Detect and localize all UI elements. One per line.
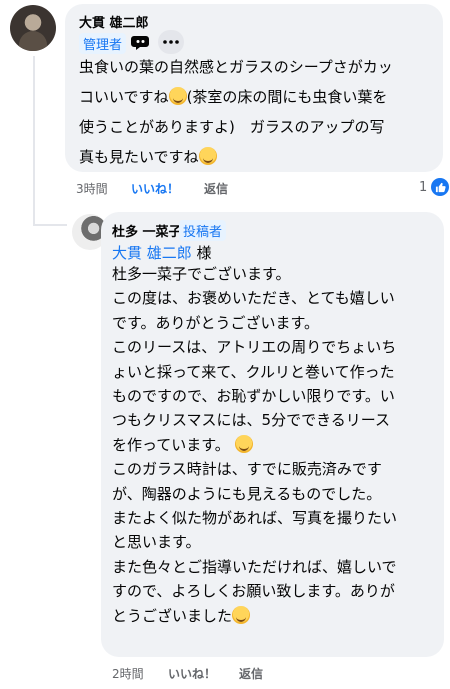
reply-line: すので、よろしくお願い致します。ありが [112, 582, 395, 601]
smiling-face-emoji-icon [168, 87, 187, 105]
comment-line: 真も見たいですね [79, 142, 393, 172]
comment-timestamp[interactable]: 3時間 [76, 180, 108, 197]
reply-line: と思います。 [112, 533, 201, 552]
reply-line: が、陶器のようにも見えるものでした。 [112, 484, 382, 503]
thumbs-up-icon[interactable] [431, 178, 449, 196]
thread-line-branch [33, 224, 67, 226]
comment-line: 虫食いの葉の自然感とガラスのシープさがカッ [79, 58, 393, 76]
comment-line: 使うことがありますよ) ガラスのアップの写 [79, 118, 385, 136]
admin-badge: 管理者 [79, 33, 127, 54]
reply-line: ものですので、お恥ずかしい限りです。い [112, 387, 395, 406]
reply-like-button[interactable]: いいね！ [168, 665, 216, 682]
thread-line-vertical [33, 56, 35, 226]
grinning-face-emoji-icon [234, 434, 253, 453]
smiling-face-emoji-icon [198, 147, 217, 165]
conversation-badge-icon [131, 36, 149, 50]
mention-link[interactable]: 大貫 雄二郎 様 [112, 242, 212, 263]
reply-line: を作っています。 [112, 433, 397, 457]
reaction-count[interactable]: 1 [419, 180, 427, 195]
reply-line: です。ありがとうございます。 [112, 313, 320, 332]
smiling-face-emoji-icon [232, 605, 251, 624]
reply-line: また色々とご指導いただければ、嬉しいで [112, 557, 397, 576]
comment-author-name[interactable]: 大貫 雄二郎 [79, 12, 149, 31]
reply-line: この度は、お褒めいただき、とても嬉しい [112, 289, 395, 308]
comment-text: 虫食いの葉の自然感とガラスのシープさがカッ コいいですね (茶室の床の間にも虫食い… [79, 52, 393, 172]
reply-line: ょいと採って来て、クルリと巻いて作った [112, 362, 395, 381]
comment-line: コいいですね (茶室の床の間にも虫食い葉を [79, 87, 388, 106]
reply-text: 杜多一菜子でございます。 この度は、お褒めいただき、とても嬉しい です。ありがと… [112, 262, 397, 628]
author-badge: 投稿者 [179, 220, 227, 241]
reply-line: このリースは、アトリエの周りでちょいち [112, 338, 397, 357]
reply-line: とうございました [112, 604, 397, 628]
reply-line: このガラス時計は、すでに販売済みです [112, 460, 382, 479]
avatar-main-commenter[interactable] [10, 5, 56, 51]
reply-line: 杜多一菜子でございます。 [112, 265, 291, 283]
reply-line: つもクリスマスには、5分でできるリース [112, 411, 391, 430]
reply-author-name[interactable]: 杜多 一菜子 [112, 221, 182, 240]
reply-reply-button[interactable]: 返信 [239, 665, 263, 682]
reply-line: またよく似た物があれば、写真を撮りたい [112, 509, 398, 528]
reply-button[interactable]: 返信 [204, 180, 228, 197]
like-button[interactable]: いいね！ [131, 180, 179, 197]
reply-timestamp[interactable]: 2時間 [112, 665, 144, 682]
more-options-icon[interactable] [158, 30, 184, 54]
